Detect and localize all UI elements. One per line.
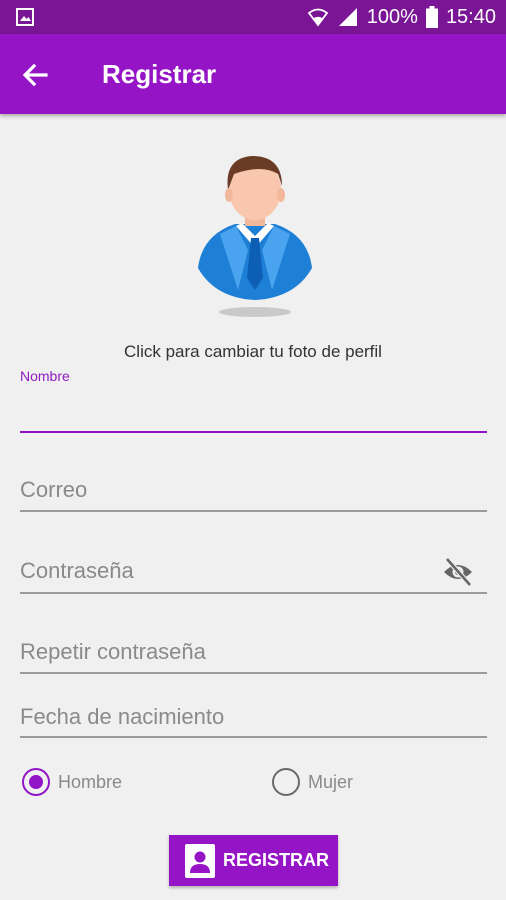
- radio-hombre[interactable]: Hombre: [22, 768, 122, 796]
- repetir-placeholder: Repetir contraseña: [20, 639, 206, 664]
- arrow-left-icon[interactable]: [20, 60, 50, 90]
- fecha-underline: [20, 736, 487, 738]
- contrasena-placeholder: Contraseña: [20, 558, 134, 583]
- clock: 15:40: [445, 6, 496, 28]
- signal-icon: [338, 8, 357, 26]
- contrasena-underline: [20, 592, 487, 594]
- page-title: Registrar: [102, 59, 217, 89]
- radio-unchecked-icon[interactable]: [272, 768, 300, 796]
- radio-mujer-label: Mujer: [308, 771, 354, 792]
- radio-checked-icon[interactable]: [22, 768, 50, 796]
- radio-mujer[interactable]: Mujer: [272, 768, 353, 796]
- nombre-underline: [20, 431, 487, 433]
- repetir-underline: [20, 672, 487, 674]
- profile-photo-caption[interactable]: Click para cambiar tu foto de perfil: [0, 342, 506, 362]
- battery-icon: [425, 6, 438, 28]
- wifi-icon: [307, 8, 329, 27]
- repetir-contrasena-field[interactable]: Repetir contraseña: [20, 637, 487, 677]
- image-icon: [16, 8, 34, 26]
- user-avatar-icon[interactable]: [190, 150, 320, 322]
- fecha-placeholder: Fecha de nacimiento: [20, 704, 225, 729]
- register-button[interactable]: REGISTRAR: [169, 835, 338, 886]
- contrasena-field[interactable]: Contraseña: [20, 556, 487, 596]
- nombre-label: Nombre: [20, 368, 70, 384]
- battery-percent: 100%: [366, 6, 418, 28]
- nombre-field[interactable]: Nombre: [20, 368, 487, 438]
- correo-underline: [20, 510, 487, 512]
- register-button-label: REGISTRAR: [223, 850, 330, 870]
- radio-hombre-label: Hombre: [58, 771, 123, 792]
- contact-icon: [185, 843, 215, 878]
- app-bar: Registrar: [0, 34, 506, 114]
- eye-off-icon[interactable]: [442, 556, 474, 588]
- gender-radio-group: Hombre Mujer: [22, 768, 502, 802]
- fecha-nacimiento-field[interactable]: Fecha de nacimiento: [20, 702, 487, 742]
- correo-placeholder: Correo: [20, 477, 88, 502]
- status-bar: 100% 15:40: [0, 0, 506, 34]
- correo-field[interactable]: Correo: [20, 475, 487, 515]
